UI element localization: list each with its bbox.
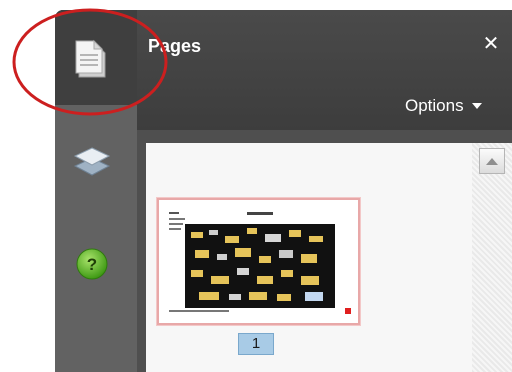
svg-text:?: ? — [87, 255, 97, 274]
options-menu-button[interactable]: Options — [405, 96, 482, 116]
scroll-up-button[interactable] — [479, 148, 505, 174]
help-icon[interactable]: ? — [72, 244, 112, 284]
pages-panel-window: ? Pages ✕ Options 1 — [0, 0, 512, 372]
layers-icon[interactable] — [72, 142, 112, 182]
options-label: Options — [405, 96, 464, 115]
vertical-scrollbar[interactable] — [472, 143, 512, 372]
page-number-label: 1 — [238, 333, 274, 355]
close-icon[interactable]: ✕ — [481, 34, 501, 54]
annotation-circle — [10, 5, 170, 118]
page-thumbnail[interactable] — [157, 198, 360, 325]
thumbnail-image — [165, 206, 352, 317]
chevron-up-icon — [486, 157, 498, 165]
chevron-down-icon — [471, 103, 482, 109]
